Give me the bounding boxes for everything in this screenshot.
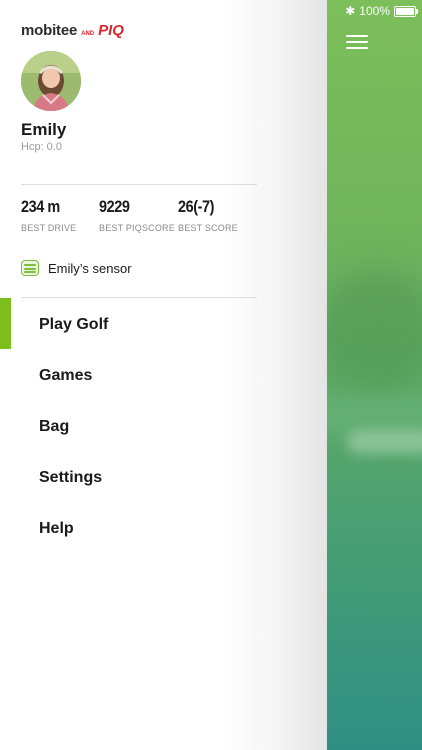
stat-label: BEST SCORE	[178, 223, 238, 233]
logo-conjunction: AND	[81, 31, 95, 37]
status-bar: ✱ 100%	[327, 0, 422, 22]
stat-value: 9229	[99, 197, 130, 216]
active-menu-indicator	[0, 298, 11, 349]
menu-item-help[interactable]: Help	[39, 520, 74, 538]
menu-item-settings[interactable]: Settings	[39, 469, 102, 487]
stat-best-piqscore: 9229 BEST PIQSCORE	[99, 197, 175, 233]
stat-value: 26(-7)	[178, 197, 215, 216]
menu-item-games[interactable]: Games	[39, 367, 92, 385]
bluetooth-icon: ✱	[345, 4, 356, 18]
stat-best-score: 26(-7) BEST SCORE	[178, 197, 238, 233]
profile-handicap: Hcp: 0.0	[21, 141, 62, 153]
battery-full-icon	[394, 5, 418, 17]
divider	[21, 184, 257, 185]
divider	[21, 297, 257, 298]
avatar-photo-icon	[21, 51, 81, 111]
avatar[interactable]	[21, 51, 81, 111]
menu-hamburger-icon[interactable]	[346, 33, 368, 51]
stat-label: BEST DRIVE	[21, 223, 77, 233]
menu-item-play-golf[interactable]: Play Golf	[39, 316, 108, 334]
stat-label: BEST PIQSCORE	[99, 223, 175, 233]
menu-item-bag[interactable]: Bag	[39, 418, 69, 436]
background-app-view[interactable]	[327, 0, 422, 750]
stat-best-drive: 234 m BEST DRIVE	[21, 197, 76, 233]
logo-brand: mobitee	[21, 22, 78, 39]
sensor-icon	[21, 260, 39, 276]
logo-partner: PIQ	[98, 22, 124, 39]
stat-value: 234 m	[21, 197, 60, 216]
background-blur-tree	[327, 270, 422, 390]
side-drawer: mobitee AND PIQ Emily Hcp: 0.0 234 m BES…	[0, 0, 327, 750]
sensor-label: Emily’s sensor	[48, 260, 132, 276]
background-blur-fairway	[327, 395, 422, 435]
profile-name: Emily	[21, 120, 67, 139]
sensor-item[interactable]: Emily’s sensor	[21, 260, 132, 276]
battery-percent: 100%	[359, 4, 390, 18]
background-blur-highlight	[347, 430, 422, 454]
app-logo: mobitee AND PIQ	[21, 22, 124, 39]
